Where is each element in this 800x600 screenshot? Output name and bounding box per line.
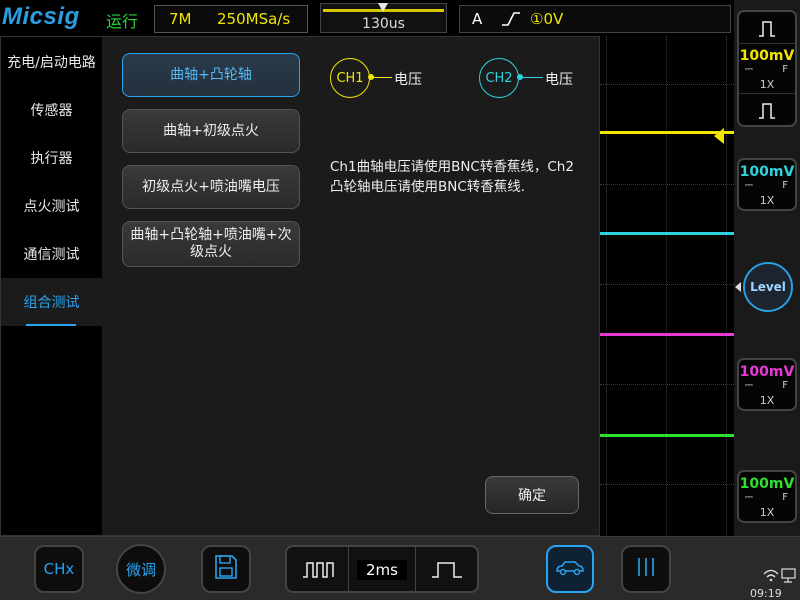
nav-item-sensors[interactable]: 传感器 [1, 86, 102, 134]
category-nav: 充电/启动电路 传感器 执行器 点火测试 通信测试 组合测试 [1, 37, 102, 535]
option-primary-ignition-injector[interactable]: 初级点火+喷油嘴电压 [122, 165, 300, 209]
ch2-volts-div: 100mV [739, 164, 795, 180]
trigger-info[interactable]: A ①0V [459, 5, 731, 33]
option-crank-primary-ignition[interactable]: 曲轴+初级点火 [122, 109, 300, 153]
option-crank-cam[interactable]: 曲轴+凸轮轴 [122, 53, 300, 97]
ch2-lead-label: 电压 [545, 72, 573, 88]
trigger-level-marker-icon[interactable] [714, 128, 724, 144]
pulse-train-icon [303, 562, 334, 578]
ch4-probe: 1X [759, 506, 775, 519]
auto-test-menu: 充电/启动电路 传感器 执行器 点火测试 通信测试 组合测试 曲轴+凸轮轴 曲轴… [0, 36, 600, 536]
sample-rate: 250MSa/s [217, 10, 291, 28]
ch2-trace [600, 232, 734, 235]
trigger-mode: A [472, 10, 483, 28]
nav-item-charging-starting[interactable]: 充电/启动电路 [1, 38, 102, 86]
save-disk-icon [213, 553, 239, 585]
ch1-badge: CH1 [330, 58, 370, 98]
ch4-bandwidth: F [782, 492, 788, 503]
ch3-trace [600, 333, 734, 336]
ch1-bandwidth: F [782, 64, 788, 75]
memory-depth: 7M [169, 10, 192, 28]
option-crank-cam-injector-secondary[interactable]: 曲轴+凸轮轴+喷油嘴+次级点火 [122, 221, 300, 267]
save-button[interactable] [201, 545, 251, 593]
oscilloscope-screen: Micsig 运行 7M 250MSa/s 130us A ①0V 100mV … [0, 0, 800, 600]
ch2-probe: 1X [759, 194, 775, 207]
timebase-decrease-button[interactable] [287, 547, 349, 591]
timebase-position-box[interactable]: 130us [320, 3, 447, 33]
nav-item-actuators[interactable]: 执行器 [1, 134, 102, 182]
ch1-lead-label: 电压 [394, 72, 422, 88]
car-icon [554, 557, 586, 581]
ch1-settings[interactable]: 100mV ⎓ F 1X [737, 10, 797, 127]
cursor-lines-icon [633, 555, 659, 583]
chx-button[interactable]: CHx [34, 545, 84, 593]
timebase-position: 130us [362, 16, 405, 32]
ch1-volts-div: 100mV [739, 48, 795, 64]
ch4-coupling: ⎓ [745, 492, 753, 503]
ch4-volts-div: 100mV [739, 476, 795, 492]
active-underline [26, 324, 76, 326]
ch3-probe: 1X [759, 394, 775, 407]
ch2-settings[interactable]: 100mV ⎓ F 1X [737, 158, 797, 211]
single-pulse-icon [432, 562, 462, 578]
cursor-button[interactable] [621, 545, 671, 593]
wifi-network-icon [763, 568, 796, 583]
nav-item-communication[interactable]: 通信测试 [1, 230, 102, 278]
acquisition-info[interactable]: 7M 250MSa/s [154, 5, 308, 33]
ch4-trace [600, 434, 734, 437]
ch3-volts-div: 100mV [739, 364, 795, 380]
waveform-area[interactable] [600, 36, 734, 536]
nav-item-ignition[interactable]: 点火测试 [1, 182, 102, 230]
nav-item-combination[interactable]: 组合测试 [1, 278, 102, 326]
pulse-positive-icon [739, 12, 795, 44]
fine-adjust-button[interactable]: 微调 [116, 544, 166, 594]
ch3-coupling: ⎓ [745, 380, 753, 391]
bottom-toolbar: CHx 微调 2ms [0, 536, 800, 600]
run-state-button[interactable]: 运行 [106, 8, 138, 32]
timebase-control: 2ms [285, 545, 479, 593]
timebase-increase-button[interactable] [415, 547, 477, 591]
test-content: 曲轴+凸轮轴 曲轴+初级点火 初级点火+喷油嘴电压 曲轴+凸轮轴+喷油嘴+次级点… [102, 37, 599, 535]
nav-item-label: 组合测试 [23, 295, 80, 311]
trigger-channel-icon: ① [530, 10, 544, 28]
ch1-probe: 1X [759, 78, 775, 91]
trigger-level: 0V [543, 10, 564, 28]
ch4-settings[interactable]: 100mV ⎓ F 1X [737, 470, 797, 523]
automotive-mode-button[interactable] [546, 545, 594, 593]
ch1-coupling: ⎓ [745, 64, 753, 75]
time-per-div: 2ms [357, 560, 407, 580]
brand-logo: Micsig [2, 3, 80, 30]
connection-note: Ch1曲轴电压请使用BNC转香蕉线，Ch2凸轮轴电压请使用BNC转香蕉线. [330, 159, 574, 195]
pulse-negative-icon[interactable] [739, 93, 795, 125]
trigger-level-knob[interactable]: Level [743, 262, 793, 312]
system-clock: 09:19 [750, 587, 782, 600]
ch2-coupling: ⎓ [745, 180, 753, 191]
ch2-bandwidth: F [782, 180, 788, 191]
ch3-bandwidth: F [782, 380, 788, 391]
ch2-badge: CH2 [479, 58, 519, 98]
top-status-bar: Micsig 运行 7M 250MSa/s 130us A ①0V [0, 0, 800, 36]
rising-edge-icon [500, 9, 522, 33]
level-pointer-icon [735, 282, 741, 292]
ch3-settings[interactable]: 100mV ⎓ F 1X [737, 358, 797, 411]
confirm-button[interactable]: 确定 [485, 476, 579, 514]
